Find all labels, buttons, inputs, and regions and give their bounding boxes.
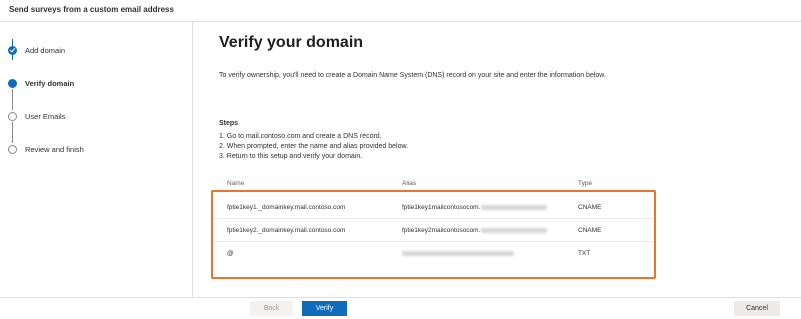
steps-heading: Steps: [219, 120, 239, 127]
step-label: Verify domain: [25, 78, 75, 88]
back-button[interactable]: Back: [250, 301, 293, 316]
page-title: Verify your domain: [219, 34, 364, 51]
steps-list-item: 1. Go to mail.contoso.com and create a D…: [219, 133, 382, 140]
step-connector: [12, 122, 13, 143]
cancel-button[interactable]: Cancel: [734, 301, 780, 316]
step-label: Review and finish: [25, 144, 84, 154]
step-add-domain[interactable]: Add domain: [8, 44, 65, 56]
table-header: Name Alias Type: [211, 177, 656, 191]
top-bar: Send surveys from a custom email address: [0, 0, 801, 22]
intro-text: To verify ownership, you'll need to crea…: [219, 72, 606, 79]
step-review-and-finish[interactable]: Review and finish: [8, 143, 84, 155]
steps-list: 1. Go to mail.contoso.com and create a D…: [219, 132, 408, 162]
checkmark-icon: [8, 45, 17, 55]
step-user-emails[interactable]: User Emails: [8, 110, 65, 122]
pending-step-icon: [8, 111, 17, 121]
wizard-sidebar: Add domain Verify domain User Emails Rev…: [0, 22, 193, 298]
current-step-icon: [8, 78, 17, 88]
step-connector: [12, 89, 13, 110]
step-verify-domain[interactable]: Verify domain: [8, 77, 74, 89]
steps-list-item: 2. When prompted, enter the name and ali…: [219, 143, 409, 150]
footer-bar: Back Verify Cancel: [0, 297, 801, 319]
step-label: User Emails: [25, 111, 66, 121]
step-label: Add domain: [25, 45, 66, 55]
column-header-alias: Alias: [402, 180, 417, 187]
verify-button[interactable]: Verify: [302, 301, 347, 316]
column-header-type: Type: [578, 180, 593, 187]
pending-step-icon: [8, 144, 17, 154]
window-title: Send surveys from a custom email address: [9, 5, 174, 14]
steps-list-item: 3. Return to this setup and verify your …: [219, 153, 363, 160]
column-header-name: Name: [227, 180, 245, 187]
highlight-box: [211, 190, 656, 279]
